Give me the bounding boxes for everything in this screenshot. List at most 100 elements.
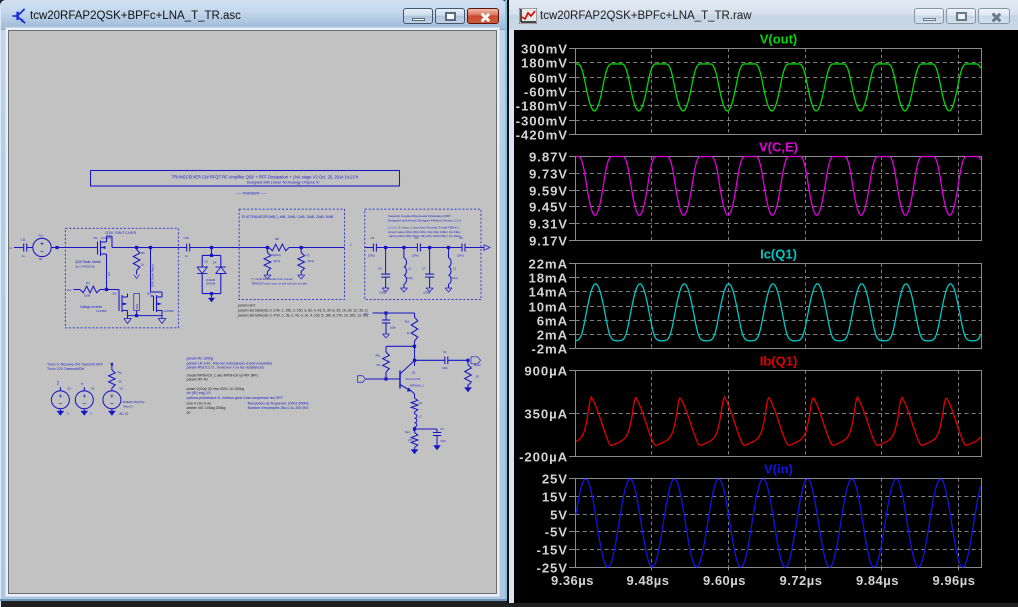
svg-text:Voltage Inverter: Voltage Inverter (80, 305, 103, 309)
svg-text:350µA: 350µA (524, 406, 568, 421)
svg-text:.amber 001 100kg 200kg: .amber 001 100kg 200kg (186, 406, 226, 410)
svg-text:R4: R4 (86, 281, 90, 285)
svg-text:15V: 15V (542, 489, 568, 504)
svg-text:M1: M1 (94, 236, 98, 240)
svg-text:[CRs]: [CRs] (412, 253, 419, 257)
svg-text:.param rat 0: .param rat 0 (237, 303, 255, 307)
svg-text:900µA: 900µA (524, 363, 568, 378)
svg-text:Nombre d'examples 20u.0.1u: Nombre d'examples 20u.0.1u 200 000 (248, 406, 309, 410)
svg-text:[CRp]: [CRp] (424, 291, 431, 295)
svg-text:100n: 100n (440, 439, 446, 443)
svg-text:QSK SWITCHER: QSK SWITCHER (106, 231, 137, 235)
svg-text:12: 12 (80, 382, 84, 385)
svg-text:C10: C10 (184, 236, 190, 240)
svg-text:[LRp]: [LRp] (407, 276, 413, 280)
svg-text:1k: 1k (407, 331, 410, 335)
svg-text:SINE(0 28 [PK]): SINE(0 28 [PK]) (122, 400, 144, 404)
svg-text:Vxx: Vxx (364, 312, 369, 316)
svg-text:C3: C3 (415, 236, 419, 240)
svg-text:-15V: -15V (537, 542, 568, 557)
svg-text:25V: 25V (542, 471, 568, 486)
svg-text:180mV: 180mV (521, 55, 568, 70)
svg-text:9.72µs: 9.72µs (779, 573, 822, 588)
svg-text:270: 270 (408, 438, 413, 442)
svg-text:50: 50 (476, 375, 479, 379)
svg-text:------TRANSMIT------: ------TRANSMIT------ (236, 192, 267, 196)
svg-text:=2-P005: =2-P005 (163, 309, 174, 313)
svg-text:QSK Shunt Switch: QSK Shunt Switch (151, 264, 155, 287)
svg-text:[Rx1]: [Rx1] (308, 259, 315, 263)
svg-text:L2: L2 (453, 267, 456, 271)
svg-text:0: 0 (67, 412, 69, 416)
svg-text:C4: C4 (371, 236, 375, 240)
svg-text:V(C,E): V(C,E) (759, 140, 798, 155)
svg-text:Rg: Rg (118, 370, 122, 374)
svg-text:1k: 1k (141, 263, 145, 267)
svg-text:Ansoft value CRxx 80p CRxx: Ansoft value CRxx 80p CRxx 10p CKp 100p … (388, 230, 460, 234)
svg-text:V(out): V(out) (760, 32, 798, 47)
svg-text:9.31V: 9.31V (529, 216, 568, 231)
svg-text:PI ATTENUATOR 0dB("), 4dB, 10d: PI ATTENUATOR 0dB("), 4dB, 10dB, 12dB, 1… (242, 215, 334, 219)
svg-text:2: 2 (350, 242, 352, 246)
svg-text:9.84µs: 9.84µs (856, 573, 899, 588)
svg-text:L1: L1 (409, 267, 412, 271)
svg-text:Designed with Linear Technolog: Designed with Linear Technology LTSpice … (247, 180, 320, 184)
svg-text:Q1: Q1 (412, 370, 416, 374)
svg-text:50: 50 (118, 380, 122, 384)
svg-text:300mV: 300mV (521, 41, 568, 56)
svg-text:.param rat1 table(rat, 0, 3.9k: .param rat1 table(rat, 0, 3.9k, 1, 180, … (237, 308, 368, 312)
svg-text:R8: R8 (275, 237, 279, 241)
svg-text:.ac: .ac (186, 411, 191, 415)
svg-text:.param RF 40: .param RF 40 (186, 377, 208, 381)
svg-text:Vx1: Vx1 (38, 234, 43, 238)
svg-text:100k: 100k (135, 303, 139, 309)
svg-text:.param CRxx 80p CRxx 10p CK: .param CRxx 80p CRxx 10p CKp 100p=80p | … (388, 234, 462, 238)
svg-text:C11: C11 (21, 238, 26, 242)
svg-text:47k: 47k (376, 363, 381, 367)
svg-text:22mA: 22mA (528, 256, 568, 271)
svg-text:-2mA: -2mA (531, 341, 568, 356)
svg-text:TRANSCEIVER CW RFQT RF Amplif: TRANSCEIVER CW RFQT RF Amplifier QSK + R… (172, 174, 359, 179)
svg-text:2mA: 2mA (537, 327, 568, 342)
svg-text:9.45V: 9.45V (529, 199, 568, 214)
svg-text:1n: 1n (22, 254, 26, 258)
svg-text:TX5: TX5 (56, 380, 60, 385)
svg-text:-420mV: -420mV (516, 127, 568, 142)
svg-text:C8: C8 (459, 236, 463, 240)
svg-text:-5V: -5V (545, 524, 568, 539)
svg-text:50: 50 (39, 257, 43, 261)
svg-text:R7: R7 (306, 254, 310, 258)
svg-text:(") 1xxR Rs should xxxx xxxxxx: (") 1xxR Rs should xxxx xxxxxx (251, 277, 293, 281)
svg-text:C5: C5 (440, 427, 444, 431)
svg-text:-180mV: -180mV (516, 98, 568, 113)
svg-text:14mA: 14mA (528, 284, 568, 299)
svg-text:Rser 0: Rser 0 (123, 405, 132, 409)
svg-text:TRNSCP xxxx xxxx xx xxll xxll: TRNSCP xxxx xxxx xx xxll xxll xxx xxx.bh… (251, 281, 307, 285)
svg-text:V2: V2 (119, 387, 123, 391)
svg-text:.param rat2 table(rat, 0, 47m,: .param rat2 table(rat, 0, 47m, 1, 39, 2,… (237, 313, 368, 317)
svg-text:6mA: 6mA (537, 313, 568, 328)
svg-text:2nxxxp 10.5k: 2nxxxp 10.5k (406, 378, 421, 381)
svg-text:D4: D4 (213, 260, 217, 264)
svg-text:V3: V3 (67, 387, 71, 391)
svg-text:2N4148: 2N4148 (206, 281, 216, 285)
svg-text:9.36µs: 9.36µs (551, 573, 594, 588)
svg-text:MPSH10_1: MPSH10_1 (410, 383, 424, 387)
svg-text:Tx/xx 12V Transmit/ON: Tx/xx 12V Transmit/ON (47, 367, 85, 371)
svg-text:9.73V: 9.73V (529, 166, 568, 181)
svg-text:AC 10: AC 10 (119, 412, 128, 416)
svg-text:R1: R1 (419, 401, 423, 405)
svg-text:-200µA: -200µA (519, 449, 568, 464)
svg-text:In: In (10, 246, 13, 250)
svg-text:9.17V: 9.17V (529, 233, 568, 248)
svg-text:Resolution de frequence 100: Resolution de frequence 100hz 500Hz (248, 401, 309, 405)
svg-text:V(in): V(in) (764, 462, 793, 477)
svg-text:1n: 1n (185, 254, 189, 258)
svg-text:Ib(Q1): Ib(Q1) (760, 354, 798, 369)
svg-text:9.60µs: 9.60µs (703, 573, 746, 588)
svg-text:9.59V: 9.59V (529, 183, 568, 198)
svg-text:Ic(Q1): Ic(Q1) (760, 247, 797, 262)
svg-text:18mA: 18mA (528, 270, 568, 285)
svg-text:Rc1: Rc1 (405, 320, 410, 324)
svg-text:Rload: Rload (474, 363, 481, 367)
